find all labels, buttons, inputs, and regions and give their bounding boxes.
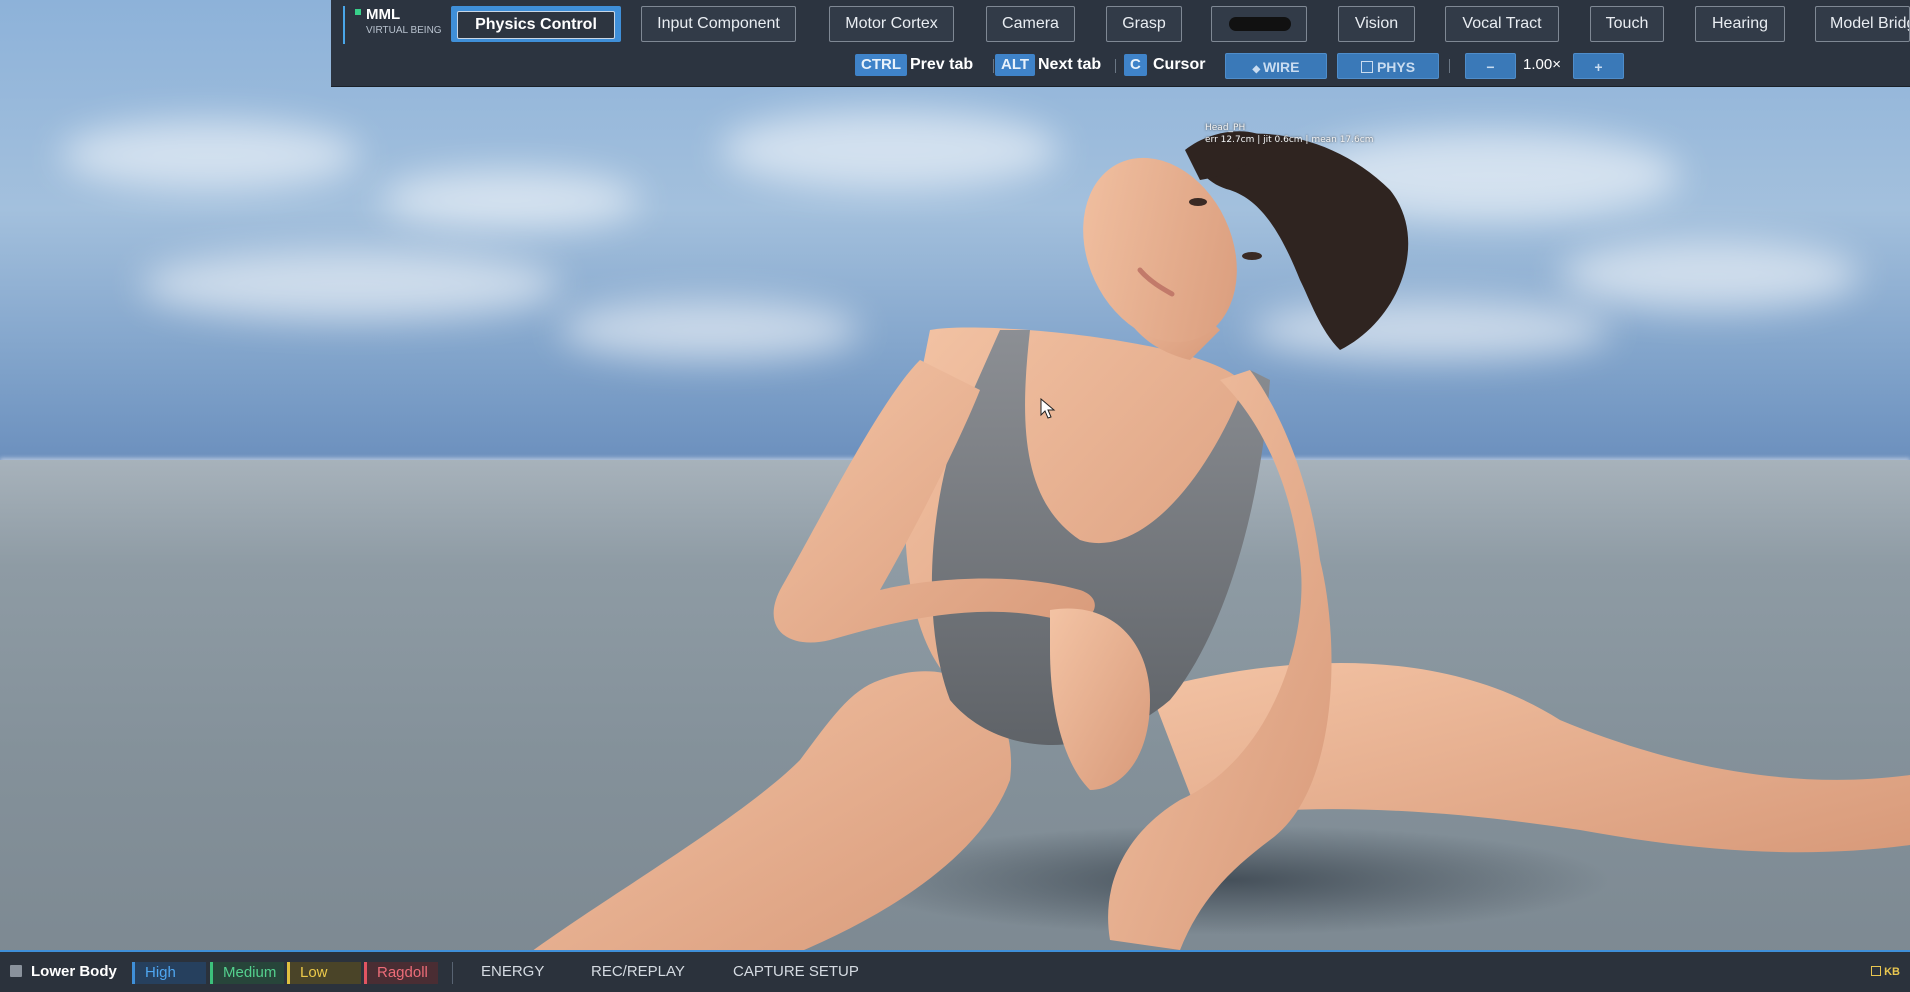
tab-vision[interactable]: Vision [1338,6,1415,42]
zoom-in-button[interactable]: + [1573,53,1624,79]
tab-hearing[interactable]: Hearing [1695,6,1785,42]
shortcut-key-alt: ALT [995,54,1036,76]
zoom-out-button[interactable]: − [1465,53,1516,79]
brand-title: MML [366,6,401,23]
tab-input-component[interactable]: Input Component [641,6,796,42]
tab-vocal-tract[interactable]: Vocal Tract [1445,6,1559,42]
module-tabs: Physics Control Input Component Motor Co… [451,4,1910,44]
lower-body-label: Lower Body [31,963,117,980]
checkbox-icon [1360,61,1373,73]
tab-model-bridge[interactable]: Model Bridge [1815,6,1910,42]
keyboard-icon [1871,966,1882,976]
debug-title: Head_PH [1205,123,1246,133]
shortcut-key-c: C [1124,54,1147,76]
shortcut-key-ctrl: CTRL [855,54,907,76]
3d-viewport[interactable]: Head_PH err 12.7cm | jit 0.6cm | mean 17… [0,0,1910,992]
phys-toggle-button[interactable]: PHYS [1337,53,1439,79]
mouse-cursor-icon [1040,398,1056,419]
tab-touch[interactable]: Touch [1590,6,1664,42]
level-high-button[interactable]: High [132,962,206,984]
brand-subtitle: VIRTUAL BEING [366,25,442,36]
shortcut-bar: CTRL Prev tab ALT Next tab C Cursor ◆ WI… [331,50,1910,80]
brand-logo: MML VIRTUAL BEING [343,6,442,44]
character-model [520,131,1910,960]
tab-camera[interactable]: Camera [986,6,1075,42]
shortcut-label-cursor: Cursor [1153,56,1206,73]
shortcut-label-next-tab: Next tab [1038,56,1102,73]
level-medium-button[interactable]: Medium [210,962,284,984]
lower-body-checkbox[interactable] [10,965,22,977]
wire-toggle-button[interactable]: ◆ WIRE [1225,53,1327,79]
brand-dot-icon [355,9,361,15]
capture-setup-link[interactable]: CAPTURE SETUP [733,952,859,992]
top-toolbar: MML VIRTUAL BEING Physics Control Input … [331,0,1910,87]
bottom-status-bar: Lower Body High Medium Low Ragdoll ENERG… [0,950,1910,992]
energy-link[interactable]: ENERGY [481,952,544,992]
debug-overlay-label: Head_PH err 12.7cm | jit 0.6cm | mean 17… [1205,122,1373,146]
tab-grasp[interactable]: Grasp [1106,6,1182,42]
tab-motor-cortex[interactable]: Motor Cortex [829,6,954,42]
tab-physics-control[interactable]: Physics Control [451,6,621,42]
keyboard-indicator[interactable]: KB [1871,952,1900,992]
level-ragdoll-button[interactable]: Ragdoll [364,962,438,984]
debug-stats: err 12.7cm | jit 0.6cm | mean 17.6cm [1205,135,1374,145]
rec-replay-link[interactable]: REC/REPLAY [591,952,685,992]
shortcut-label-prev-tab: Prev tab [910,56,974,73]
tab-redacted[interactable] [1211,6,1307,42]
redacted-label [1228,17,1291,31]
level-low-button[interactable]: Low [287,962,361,984]
diamond-icon: ◆ [1252,64,1263,75]
zoom-value: 1.00× [1523,56,1561,73]
